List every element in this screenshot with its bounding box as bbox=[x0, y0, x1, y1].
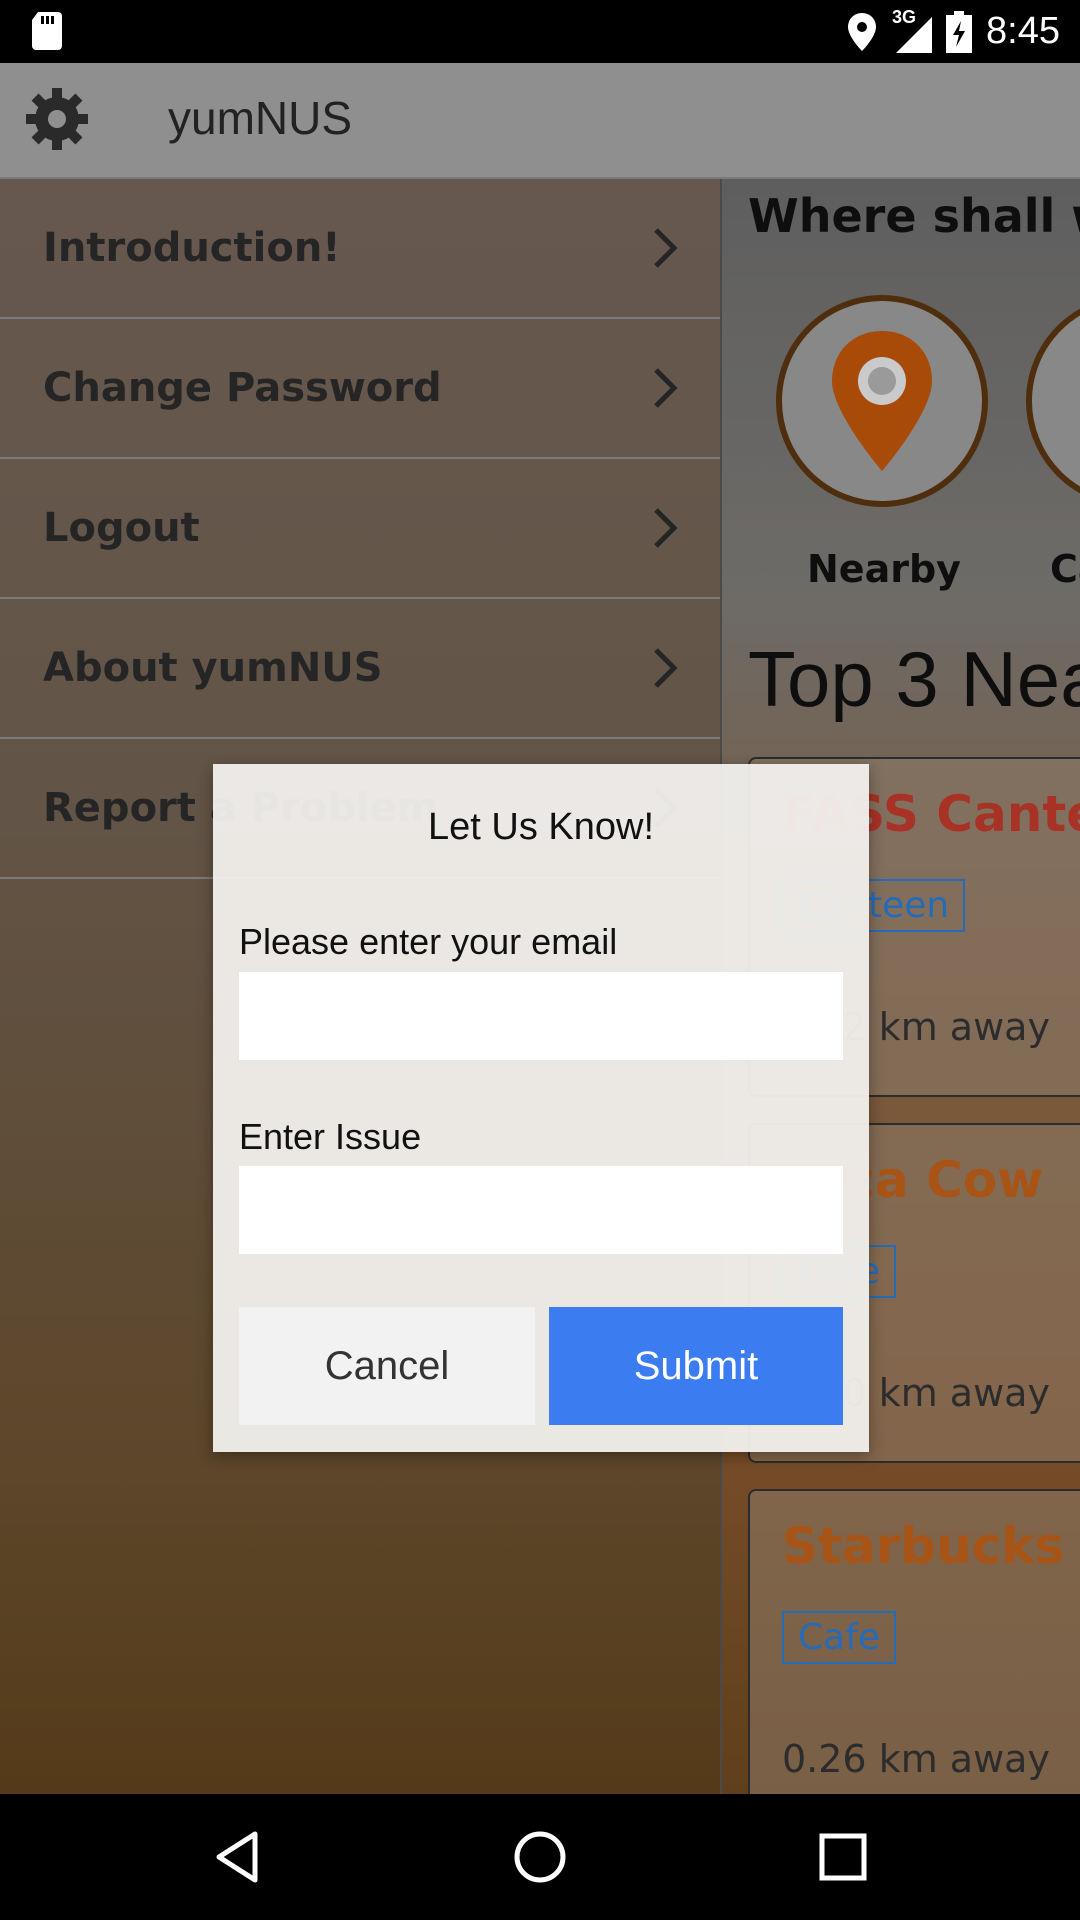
location-icon bbox=[848, 12, 877, 51]
dialog-title: Let Us Know! bbox=[428, 806, 654, 848]
email-field[interactable] bbox=[239, 972, 843, 1060]
issue-label: Enter Issue bbox=[239, 1116, 422, 1157]
clock: 8:45 bbox=[986, 10, 1060, 52]
content-area: Where shall w Nearby Ca Top 3 Nea FASS C… bbox=[0, 179, 1080, 1794]
system-nav-bar bbox=[0, 1794, 1080, 1920]
sd-card-icon bbox=[32, 12, 62, 50]
battery-icon bbox=[946, 10, 973, 53]
submit-button[interactable]: Submit bbox=[549, 1307, 843, 1425]
issue-field[interactable] bbox=[239, 1166, 843, 1254]
cancel-button[interactable]: Cancel bbox=[239, 1307, 535, 1425]
recents-icon[interactable] bbox=[808, 1822, 878, 1892]
app-bar: yumNUS bbox=[0, 63, 1080, 179]
email-label: Please enter your email bbox=[239, 921, 618, 962]
gear-icon[interactable] bbox=[24, 86, 90, 152]
signal-icon: 3G bbox=[890, 7, 933, 53]
back-icon[interactable] bbox=[203, 1822, 273, 1892]
report-dialog: Let Us Know! Please enter your email Ent… bbox=[213, 764, 869, 1452]
app-title: yumNUS bbox=[168, 92, 353, 144]
home-icon[interactable] bbox=[505, 1822, 575, 1892]
status-bar: 3G 8:45 bbox=[0, 0, 1080, 63]
